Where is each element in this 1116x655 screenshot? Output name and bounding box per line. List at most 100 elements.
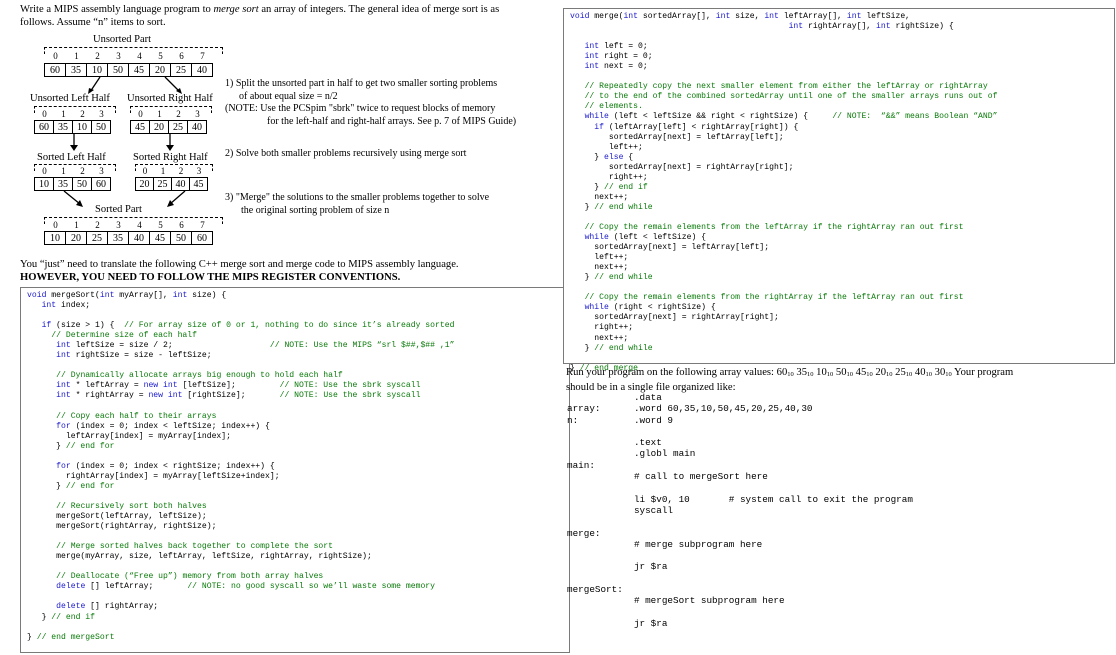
- unsorted-array: 60 35 10 50 45 20 25 40: [44, 63, 213, 77]
- code-line: // Deallocate (“Free up”) memory from bo…: [56, 572, 324, 582]
- code-line: } // end if: [570, 182, 648, 192]
- code-line: sortedArray[next] = rightArray[right];: [570, 162, 794, 172]
- run-value: 10: [813, 367, 827, 378]
- array-index: 3: [116, 220, 121, 230]
- array-cell: 10: [72, 120, 92, 134]
- unsorted-right-array: 45 20 25 40: [130, 120, 207, 134]
- code-line: delete [] rightArray;: [56, 602, 159, 612]
- asm-skeleton: .data array: .word 60,35,10,50,45,20,25,4…: [567, 392, 913, 629]
- left-indices: 0 1 2 3: [35, 109, 111, 119]
- recurse-arrows: [70, 134, 174, 151]
- sorted-left-indices: 0 1 2 3: [35, 166, 111, 176]
- array-index: 1: [157, 109, 162, 119]
- sorted-title: Sorted Part: [95, 204, 142, 215]
- sorted-right-array: 20 25 40 45: [135, 177, 208, 191]
- code-line: } // end while: [570, 202, 653, 212]
- asm-line: [567, 482, 913, 493]
- array-index: 1: [61, 166, 66, 176]
- run-value: 50: [833, 367, 847, 378]
- asm-line: [567, 573, 913, 584]
- step-3-line-b: the original sorting problem of size n: [241, 204, 390, 216]
- array-cell: 40: [191, 63, 213, 77]
- asm-line: # merge subprogram here: [567, 538, 763, 550]
- array-cell: 45: [189, 177, 208, 191]
- array-cell: 50: [72, 177, 92, 191]
- asm-line: # mergeSort subprogram here: [567, 595, 785, 607]
- run-value: 35: [793, 367, 807, 378]
- array-cell: 10: [34, 177, 54, 191]
- code-line: if (leftArray[left] < rightArray[right])…: [594, 122, 799, 132]
- unsorted-indices: 0 1 2 3 4 5 6 7: [45, 51, 213, 61]
- array-cell: 20: [149, 120, 169, 134]
- code-line: next++;: [570, 192, 629, 202]
- array-cell: 25: [86, 231, 108, 245]
- code-line: // Merge sorted halves back together to …: [56, 542, 334, 552]
- code-line: // Dynamically allocate arrays big enoug…: [56, 371, 343, 381]
- translate-line-2: HOWEVER, YOU NEED TO FOLLOW THE MIPS REG…: [20, 272, 401, 283]
- array-cell: 50: [170, 231, 192, 245]
- intro-text-c: an array of integers. The general idea o…: [258, 4, 500, 15]
- code-line: int next = 0;: [584, 62, 648, 72]
- code-line: // to the end of the combined sortedArra…: [584, 92, 998, 102]
- array-index: 4: [137, 220, 142, 230]
- translate-instructions: You “just” need to translate the followi…: [20, 258, 580, 284]
- array-index: 3: [196, 166, 202, 176]
- code-line: mergeSort(rightArray, rightSize);: [27, 522, 217, 532]
- array-index: 3: [116, 51, 121, 61]
- asm-line: jr $ra: [567, 617, 668, 629]
- intro-text-a: Write a MIPS assembly language program t…: [20, 4, 214, 15]
- array-cell: 10: [86, 63, 108, 77]
- array-index: 2: [176, 109, 181, 119]
- code-line: leftArray[index] = myArray[index];: [27, 431, 231, 441]
- code-line: // Copy the remain elements from the rig…: [584, 293, 964, 303]
- unsorted-title: Unsorted Part: [93, 34, 152, 45]
- asm-line: li $v0, 10 # system call to exit the pro…: [567, 493, 913, 505]
- code-line: next++;: [570, 333, 629, 343]
- array-index: 0: [142, 166, 148, 176]
- code-line: int left = 0;: [584, 42, 648, 52]
- array-index: 0: [42, 166, 47, 176]
- array-cell: 35: [107, 231, 129, 245]
- array-cell: 35: [65, 63, 87, 77]
- code-line: int rightArray[], int rightSize) {: [788, 22, 954, 32]
- code-line: } // end if: [27, 612, 96, 622]
- code-line: void merge(int sortedArray[], int size, …: [570, 12, 911, 21]
- array-index: 1: [74, 220, 79, 230]
- array-index: 0: [53, 220, 58, 230]
- step-1-note-b: for the left-half and right-half arrays.…: [267, 115, 517, 127]
- array-cell: 25: [170, 63, 192, 77]
- array-cell: 20: [149, 63, 171, 77]
- asm-line: # call to mergeSort here: [567, 471, 768, 483]
- code-line: left++;: [570, 253, 629, 263]
- array-index: 3: [195, 109, 200, 119]
- code-line: delete [] leftArray; // NOTE: no good sy…: [56, 582, 436, 592]
- asm-line: [567, 426, 913, 437]
- array-cell: 60: [91, 177, 111, 191]
- sorted-left-array: 10 35 50 60: [34, 177, 111, 191]
- intro-merge-sort: merge sort: [213, 4, 259, 15]
- asm-line: merge:: [567, 527, 601, 539]
- right-indices: 0 1 2 3: [131, 109, 207, 119]
- code-line: // Copy the remain elements from the lef…: [584, 222, 964, 232]
- array-index: 2: [95, 220, 100, 230]
- code-line: next++;: [570, 263, 629, 273]
- array-index: 1: [61, 109, 66, 119]
- array-cell: 50: [91, 120, 111, 134]
- array-cell: 45: [130, 120, 150, 134]
- sorted-array: 10 20 25 35 40 45 50 60: [44, 231, 213, 245]
- array-index: 2: [178, 166, 184, 176]
- array-index: 7: [200, 220, 205, 230]
- step-1-note: (NOTE: Use the PCSpim "sbrk" twice to re…: [225, 103, 496, 115]
- array-cell: 60: [34, 120, 54, 134]
- translate-line-1: You “just” need to translate the followi…: [20, 259, 459, 270]
- code-line: merge(myArray, size, leftArray, leftSize…: [27, 552, 372, 562]
- code-line: rightArray[index] = myArray[leftSize+ind…: [27, 471, 280, 481]
- array-index: 2: [95, 51, 100, 61]
- array-index: 2: [80, 166, 85, 176]
